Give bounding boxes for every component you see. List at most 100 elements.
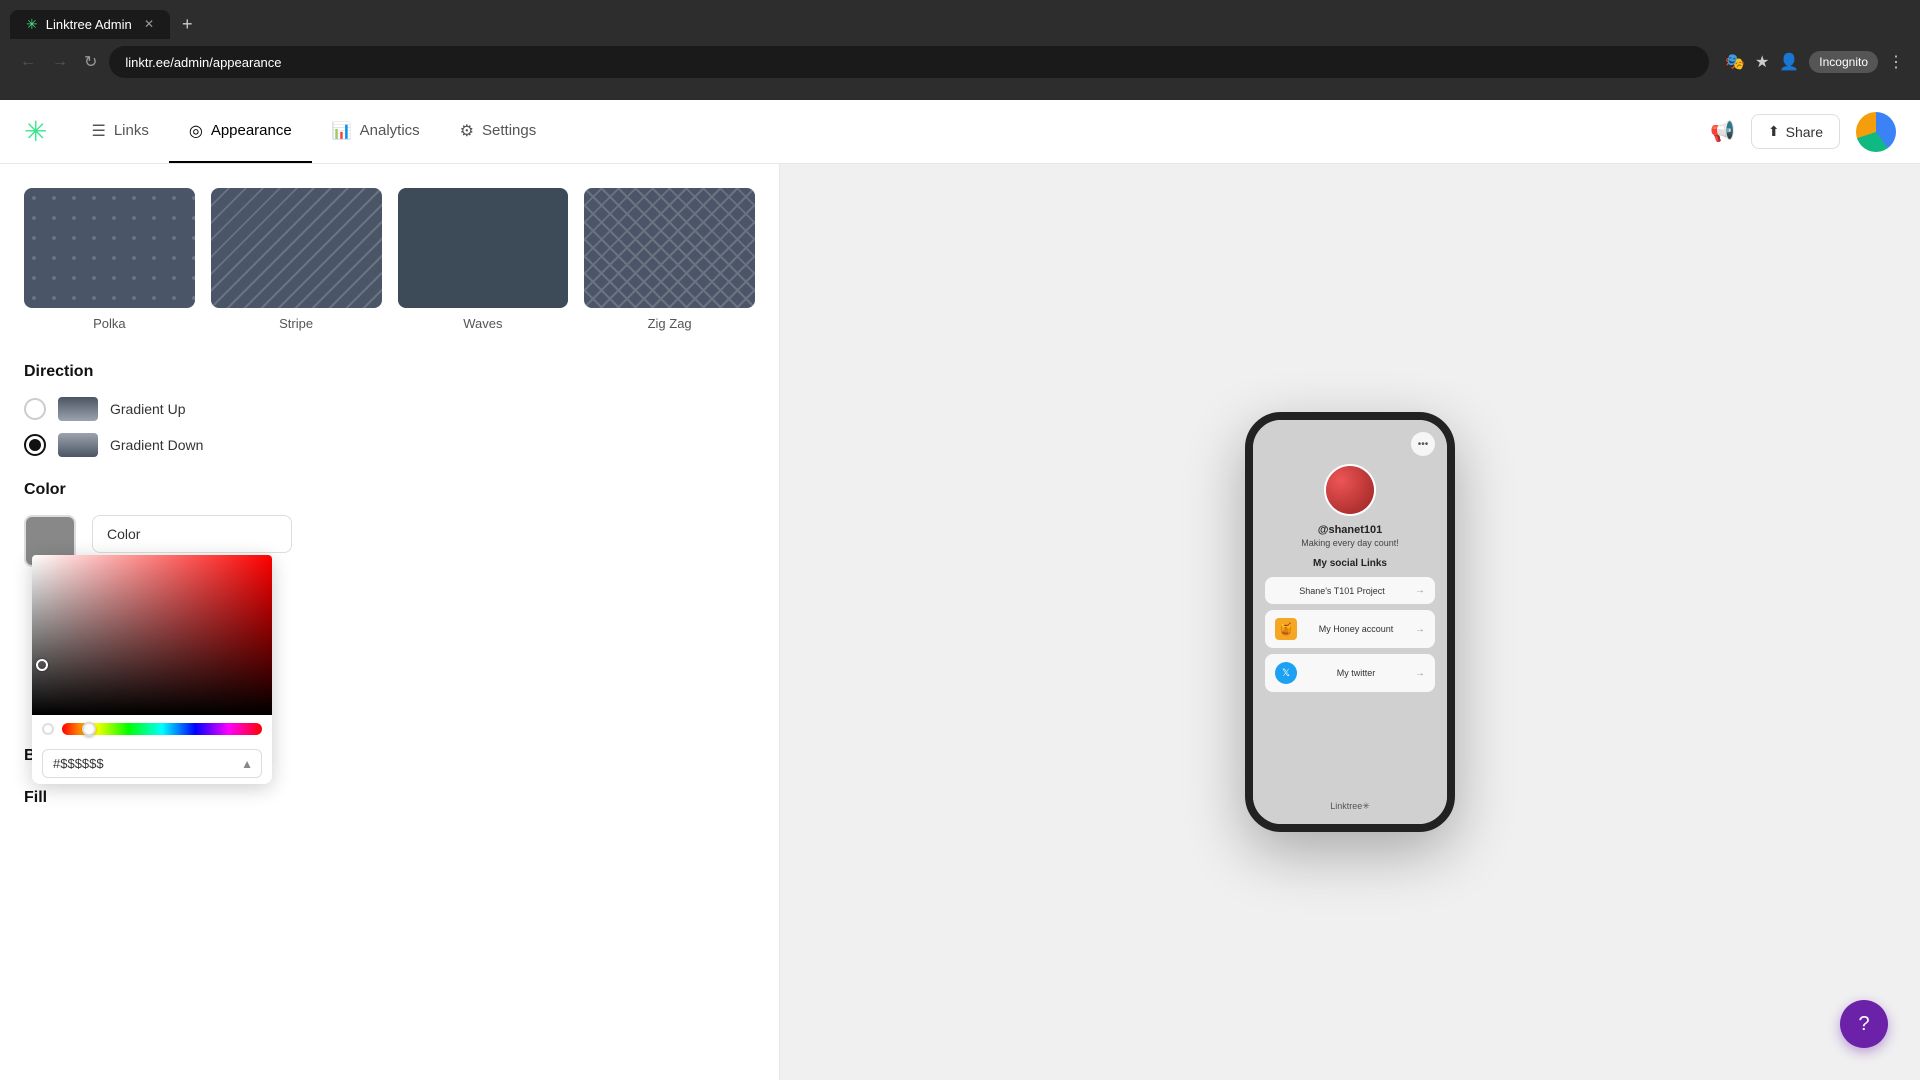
color-gradient-bg <box>32 555 272 715</box>
analytics-label: Analytics <box>360 122 420 139</box>
nav-link-appearance[interactable]: ◎ Appearance <box>169 101 312 163</box>
phone-link-twitter-label: My twitter <box>1303 668 1409 678</box>
share-button[interactable]: ⬆ Share <box>1751 114 1840 149</box>
help-button[interactable]: ? <box>1840 1000 1888 1048</box>
phone-section-title: My social Links <box>1313 558 1387 569</box>
hue-dot <box>42 723 54 735</box>
browser-controls: ← → ↻ 🎭 ★ 👤 Incognito ⋮ <box>0 40 1920 84</box>
appearance-label: Appearance <box>211 122 292 139</box>
gradient-down-preview <box>58 433 98 457</box>
avatar[interactable] <box>1856 112 1896 152</box>
reload-button[interactable]: ↻ <box>80 48 101 76</box>
phone-link-t101[interactable]: Shane's T101 Project → <box>1265 577 1435 604</box>
links-icon: ☰ <box>91 121 105 141</box>
tab-title: Linktree Admin <box>46 17 132 32</box>
phone-footer: Linktree✳ <box>1330 801 1370 812</box>
twitter-icon: 𝕏 <box>1275 662 1297 684</box>
browser-tabs: ✳ Linktree Admin ✕ + <box>0 0 1920 40</box>
phone-link-honey-label: My Honey account <box>1303 624 1409 634</box>
color-section: Color Color <box>24 481 755 567</box>
phone-link-t101-arrow: → <box>1415 585 1425 596</box>
stripe-label: Stripe <box>211 316 382 331</box>
fill-title: Fill <box>24 789 755 807</box>
pattern-zigzag-card[interactable]: Zig Zag <box>584 188 755 331</box>
gradient-down-option[interactable]: Gradient Down <box>24 433 755 457</box>
stripe-preview <box>211 188 382 308</box>
phone-link-twitter[interactable]: 𝕏 My twitter → <box>1265 654 1435 692</box>
gradient-up-option[interactable]: Gradient Up <box>24 397 755 421</box>
share-label: Share <box>1786 124 1823 140</box>
forward-button[interactable]: → <box>48 49 72 75</box>
direction-section: Direction Gradient Up Gradient Down <box>24 363 755 457</box>
logo[interactable]: ✳ <box>24 115 47 148</box>
phone-dots-button[interactable]: ••• <box>1411 432 1435 456</box>
phone-content: ••• @shanet101 Making every day count! M… <box>1253 420 1447 824</box>
nav-link-analytics[interactable]: 📊 Analytics <box>312 101 440 163</box>
pattern-waves-card[interactable]: Waves <box>398 188 569 331</box>
color-gradient-dark <box>32 555 272 715</box>
pattern-grid: Polka Stripe Waves Zig Zag <box>24 188 755 331</box>
links-label: Links <box>114 122 149 139</box>
tab-close-btn[interactable]: ✕ <box>144 17 154 31</box>
hue-thumb[interactable] <box>82 722 96 736</box>
phone-link-t101-label: Shane's T101 Project <box>1275 586 1409 596</box>
phone-link-honey[interactable]: 🍯 My Honey account → <box>1265 610 1435 648</box>
nav-links: ☰ Links ◎ Appearance 📊 Analytics ⚙ Setti… <box>71 101 556 163</box>
incognito-badge: Incognito <box>1809 51 1878 73</box>
new-tab-button[interactable]: + <box>174 10 201 39</box>
gradient-down-radio[interactable] <box>24 434 46 456</box>
color-picker-popup: #$$$$$$ ▲ <box>32 555 272 784</box>
right-panel: ••• @shanet101 Making every day count! M… <box>780 164 1920 1080</box>
honey-icon: 🍯 <box>1275 618 1297 640</box>
active-tab[interactable]: ✳ Linktree Admin ✕ <box>10 10 170 39</box>
settings-label: Settings <box>482 122 536 139</box>
nav-link-links[interactable]: ☰ Links <box>71 101 168 163</box>
menu-icon[interactable]: ⋮ <box>1888 52 1904 72</box>
hex-value: #$$$$$$ <box>53 756 251 771</box>
color-label-field[interactable]: Color <box>92 515 292 553</box>
color-cursor[interactable] <box>36 659 48 671</box>
content-area: Polka Stripe Waves Zig Zag Direction <box>0 164 1920 1080</box>
top-nav: ✳ ☰ Links ◎ Appearance 📊 Analytics ⚙ Set… <box>0 100 1920 164</box>
phone-link-honey-arrow: → <box>1415 624 1425 635</box>
appearance-icon: ◎ <box>189 121 203 141</box>
analytics-icon: 📊 <box>332 121 352 141</box>
bookmark-icon[interactable]: ★ <box>1755 52 1769 72</box>
phone-avatar <box>1324 464 1376 516</box>
address-bar[interactable] <box>109 46 1709 78</box>
hue-slider[interactable] <box>62 723 262 735</box>
phone-bio: Making every day count! <box>1301 538 1399 548</box>
settings-icon: ⚙ <box>460 121 474 141</box>
gradient-up-label: Gradient Up <box>110 401 185 417</box>
fill-section: Fill <box>24 789 755 807</box>
pattern-polka-card[interactable]: Polka <box>24 188 195 331</box>
color-gradient-area[interactable] <box>32 555 272 715</box>
zigzag-preview <box>584 188 755 308</box>
gradient-up-preview <box>58 397 98 421</box>
back-button[interactable]: ← <box>16 49 40 75</box>
color-swatch-container: Color <box>24 515 755 567</box>
left-panel: Polka Stripe Waves Zig Zag Direction <box>0 164 780 1080</box>
hex-input[interactable]: #$$$$$$ ▲ <box>42 749 262 778</box>
profile-icon[interactable]: 👤 <box>1779 52 1799 72</box>
hex-arrow-up[interactable]: ▲ <box>241 757 253 771</box>
share-icon: ⬆ <box>1768 123 1780 140</box>
color-hue-bar <box>32 715 272 743</box>
browser-actions: 🎭 ★ 👤 Incognito ⋮ <box>1725 51 1904 73</box>
waves-preview <box>398 188 569 308</box>
notification-button[interactable]: 📢 <box>1710 119 1735 144</box>
cast-icon[interactable]: 🎭 <box>1725 52 1745 72</box>
gradient-up-radio[interactable] <box>24 398 46 420</box>
phone-username: @shanet101 <box>1318 524 1383 536</box>
polka-label: Polka <box>24 316 195 331</box>
polka-preview <box>24 188 195 308</box>
waves-label: Waves <box>398 316 569 331</box>
gradient-down-label: Gradient Down <box>110 437 203 453</box>
app-container: ✳ ☰ Links ◎ Appearance 📊 Analytics ⚙ Set… <box>0 100 1920 1080</box>
pattern-stripe-card[interactable]: Stripe <box>211 188 382 331</box>
browser-chrome: ✳ Linktree Admin ✕ + ← → ↻ 🎭 ★ 👤 Incogni… <box>0 0 1920 100</box>
tab-favicon: ✳ <box>26 16 38 33</box>
nav-link-settings[interactable]: ⚙ Settings <box>440 101 557 163</box>
phone-link-twitter-arrow: → <box>1415 668 1425 679</box>
phone-mockup: ••• @shanet101 Making every day count! M… <box>1245 412 1455 832</box>
